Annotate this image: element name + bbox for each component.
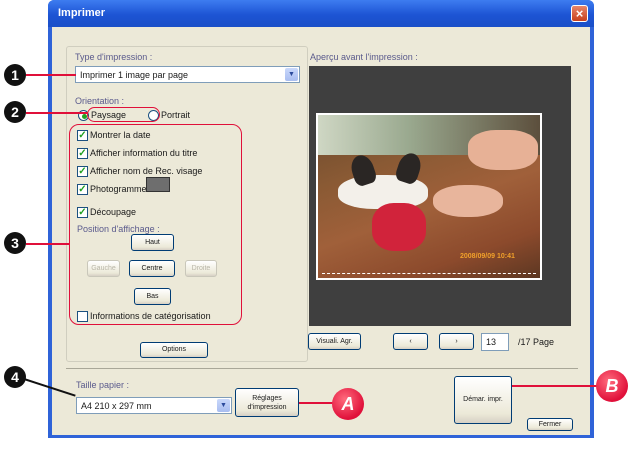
paper-size-label: Taille papier :: [76, 380, 130, 390]
window-title: Imprimer: [58, 7, 106, 19]
categorization-checkbox[interactable]: ✓: [77, 311, 88, 322]
print-settings-line1: Réglages: [252, 395, 282, 402]
print-settings-button[interactable]: Réglages d'impression: [235, 388, 299, 417]
position-label: Position d'affichage :: [77, 224, 160, 234]
show-face-name-label[interactable]: Afficher nom de Rec. visage: [90, 166, 202, 176]
callout-3: 3: [4, 232, 26, 254]
crop-checkbox[interactable]: ✓: [77, 207, 88, 218]
position-top-button[interactable]: Haut: [131, 234, 174, 251]
callout-2-highlight: [87, 107, 160, 122]
categorization-label[interactable]: Informations de catégorisation: [90, 311, 211, 321]
print-type-select[interactable]: Imprimer 1 image par page ▼: [75, 66, 300, 83]
frame-label[interactable]: Photogramme: [90, 184, 147, 194]
previous-page-button[interactable]: ‹: [393, 333, 428, 350]
callout-2-line: [26, 112, 88, 114]
print-type-value: Imprimer 1 image par page: [80, 70, 189, 80]
photo-date-stamp: 2008/09/09 10:41: [460, 253, 515, 260]
paper-size-value: A4 210 x 297 mm: [81, 401, 152, 411]
orientation-label: Orientation :: [75, 96, 125, 106]
left-arrow-icon: ‹: [409, 338, 412, 345]
crop-guide-line: [322, 273, 536, 274]
show-date-label[interactable]: Montrer la date: [90, 130, 151, 140]
frame-color-swatch[interactable]: [146, 177, 170, 192]
callout-4: 4: [4, 366, 26, 388]
position-center-button[interactable]: Centre: [129, 260, 175, 277]
callout-3-line: [26, 243, 70, 245]
callout-1-line: [26, 74, 76, 76]
show-date-checkbox[interactable]: ✓: [77, 130, 88, 141]
start-print-button[interactable]: Démar. impr.: [454, 376, 512, 424]
position-right-button[interactable]: Droite: [185, 260, 217, 277]
preview-label: Aperçu avant l'impression :: [310, 52, 418, 62]
print-type-label: Type d'impression :: [75, 52, 153, 62]
right-arrow-icon: ›: [455, 338, 458, 345]
chevron-down-icon[interactable]: ▼: [217, 399, 230, 412]
preview-photo: 2008/09/09 10:41: [316, 113, 542, 280]
frame-checkbox[interactable]: ✓: [77, 184, 88, 195]
position-bottom-button[interactable]: Bas: [134, 288, 171, 305]
photo-dog-red-sweater: [372, 203, 426, 251]
callout-b: B: [596, 370, 628, 402]
page-number-input[interactable]: 13: [481, 333, 509, 351]
options-button[interactable]: Options: [140, 342, 208, 358]
close-button[interactable]: Fermer: [527, 418, 573, 431]
print-settings-line2: d'impression: [247, 404, 287, 411]
show-face-name-checkbox[interactable]: ✓: [77, 166, 88, 177]
separator: [66, 368, 578, 369]
callout-1: 1: [4, 64, 26, 86]
total-pages-label: /17 Page: [518, 337, 555, 347]
title-bar: [48, 0, 594, 27]
next-page-button[interactable]: ›: [439, 333, 474, 350]
crop-label[interactable]: Découpage: [90, 207, 136, 217]
show-title-checkbox[interactable]: ✓: [77, 148, 88, 159]
close-icon[interactable]: ×: [571, 5, 588, 22]
photo-hand: [468, 130, 538, 170]
visual-aggregate-button[interactable]: Visuali. Agr.: [308, 333, 361, 350]
photo-hand-lower: [433, 185, 503, 217]
callout-b-line: [512, 385, 600, 387]
paper-size-select[interactable]: A4 210 x 297 mm ▼: [76, 397, 232, 414]
portrait-label[interactable]: Portrait: [161, 110, 190, 120]
callout-a-line: [299, 402, 333, 404]
show-title-label[interactable]: Afficher information du titre: [90, 148, 197, 158]
callout-a: A: [332, 388, 364, 420]
chevron-down-icon[interactable]: ▼: [285, 68, 298, 81]
position-left-button[interactable]: Gauche: [87, 260, 120, 277]
callout-2: 2: [4, 101, 26, 123]
